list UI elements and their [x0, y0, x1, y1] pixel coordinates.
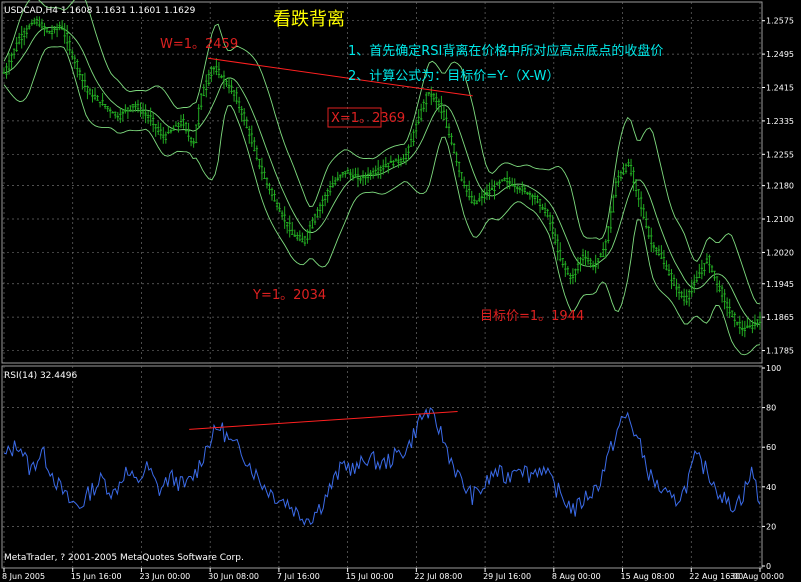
price-tick-label: 1.2415: [766, 84, 794, 93]
price-tick-label: 1.2020: [766, 248, 794, 257]
price-tick-label: 1.1945: [766, 280, 794, 289]
x-tick-label: 22 Jul 08:00: [414, 572, 462, 581]
price-tick-label: 1.2335: [766, 117, 794, 126]
price-tick-label: 1.1865: [766, 313, 794, 322]
rsi-tick-label: 100: [766, 364, 781, 373]
price-tick-label: 1.2100: [766, 215, 794, 224]
rsi-tick-label: 20: [766, 522, 776, 531]
rsi-tick-label: 0: [766, 562, 771, 571]
x-tick-label: 7 Jul 16:00: [277, 572, 320, 581]
note-1: 1、首先确定RSI背离在价格中所对应高点底点的收盘价: [348, 43, 663, 59]
w-label: W=1。2459: [160, 37, 238, 52]
x-tick-label: 30 Aug 00:00: [730, 572, 784, 581]
rsi-tick-label: 40: [766, 483, 776, 492]
x-tick-label: 15 Jul 00:00: [346, 572, 394, 581]
rsi-label: RSI(14) 32.4496: [4, 371, 77, 381]
note-2: 2、计算公式为：目标价=Y-（X-W）: [348, 69, 560, 84]
rsi-tick-label: 80: [766, 404, 776, 413]
price-tick-label: 1.2495: [766, 50, 794, 59]
x-tick-label: 8 Jun 2005: [2, 572, 45, 581]
x-tick-label: 29 Jul 16:00: [483, 572, 531, 581]
x-tick-label: 8 Aug 00:00: [552, 572, 601, 581]
x-tick-label: 15 Jun 16:00: [71, 572, 122, 581]
price-tick-label: 1.2575: [766, 17, 794, 26]
chart: 1.2575 1.2495 1.2415 1.2335 1.2255 1.2180 1.21…: [0, 0, 801, 582]
copyright-text: MetaTrader, ? 2001-2005 MetaQuotes Softw…: [4, 553, 244, 563]
x-tick-label: 30 Jun 08:00: [208, 572, 259, 581]
x-label: X=1。2369: [331, 111, 405, 126]
price-tick-label: 1.2180: [766, 182, 794, 191]
chart-title: 看跌背离: [273, 9, 345, 30]
rsi-tick-label: 60: [766, 443, 776, 452]
chart-background: [0, 0, 801, 582]
x-tick-label: 15 Aug 08:00: [621, 572, 675, 581]
target-label: 目标价=1。1944: [480, 309, 584, 324]
price-tick-label: 1.1785: [766, 347, 794, 356]
x-tick-label: 23 Jun 00:00: [139, 572, 190, 581]
symbol-info: USDCAD,H4 1.1608 1.1631 1.1601 1.1629: [4, 6, 196, 16]
y-label: Y=1。2034: [252, 288, 326, 303]
price-tick-label: 1.2255: [766, 150, 794, 159]
